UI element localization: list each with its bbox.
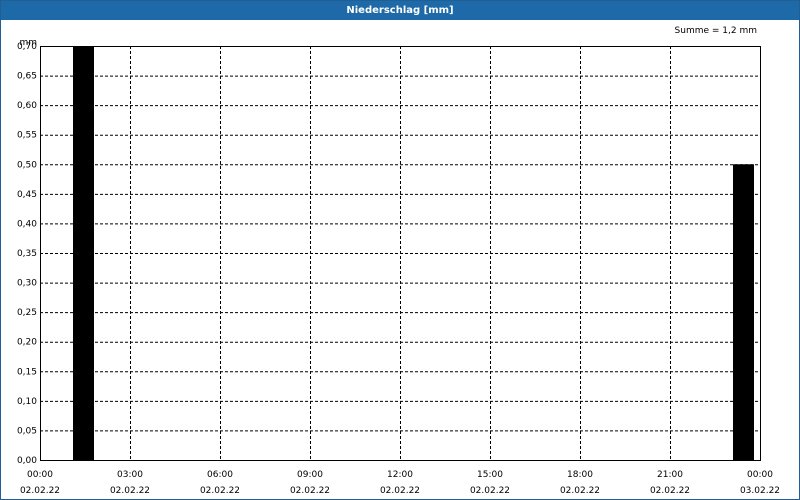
x-tick-time-label: 03:00 <box>117 470 143 480</box>
y-tick-label: 0,45 <box>17 190 37 200</box>
x-tick-time-label: 00:00 <box>747 470 773 480</box>
x-tick-date-label: 02.02.22 <box>470 486 510 496</box>
y-tick-label: 0,05 <box>17 426 37 436</box>
x-tick-date-label: 02.02.22 <box>20 486 60 496</box>
precipitation-bar <box>733 164 754 461</box>
y-tick-label: 0,50 <box>17 160 37 170</box>
x-tick-time-label: 21:00 <box>657 470 683 480</box>
x-tick-date-label: 02.02.22 <box>200 486 240 496</box>
x-tick-date-label: 02.02.22 <box>290 486 330 496</box>
x-tick-date-label: 02.02.22 <box>560 486 600 496</box>
x-tick-date-label: 03.02.22 <box>740 486 780 496</box>
y-tick-labels: 0,00 0,05 0,10 0,15 0,20 0,25 0,30 0,35 0,40 0,45… <box>17 42 37 466</box>
y-tick-label: 0,25 <box>17 308 37 318</box>
precipitation-bar <box>73 46 94 460</box>
x-tick-time-label: 15:00 <box>477 470 503 480</box>
x-tick-time-label: 12:00 <box>387 470 413 480</box>
x-tick-time-label: 00:00 <box>27 470 53 480</box>
x-tick-time-label: 18:00 <box>567 470 593 480</box>
precipitation-chart: mm 0,000,050,100,150,200,250,300,350,400… <box>17 38 780 496</box>
x-tick-labels: 00:00 02.02.22 03:00 02.02.22 06:00 02.02.22 0… <box>20 470 780 496</box>
y-tick-label: 0,35 <box>17 249 37 259</box>
y-tick-label: 0,65 <box>17 72 37 82</box>
y-tick-label: 0,55 <box>17 131 37 141</box>
x-tick-time-label: 06:00 <box>207 470 233 480</box>
y-tick-label: 0,20 <box>17 338 37 348</box>
y-tick-label: 0,60 <box>17 101 37 111</box>
y-tick-label: 0,30 <box>17 279 37 289</box>
x-tick-time-label: 09:00 <box>297 470 323 480</box>
y-tick-label: 0,00 <box>17 456 37 466</box>
y-tick-label: 0,40 <box>17 219 37 229</box>
y-tick-label: 0,10 <box>17 397 37 407</box>
x-tick-date-label: 02.02.22 <box>650 486 690 496</box>
y-tick-label: 0,15 <box>17 367 37 377</box>
grid-lines <box>40 46 760 460</box>
x-tick-date-label: 02.02.22 <box>380 486 420 496</box>
x-tick-date-label: 02.02.22 <box>110 486 150 496</box>
y-tick-label: 0,70 <box>17 42 37 52</box>
